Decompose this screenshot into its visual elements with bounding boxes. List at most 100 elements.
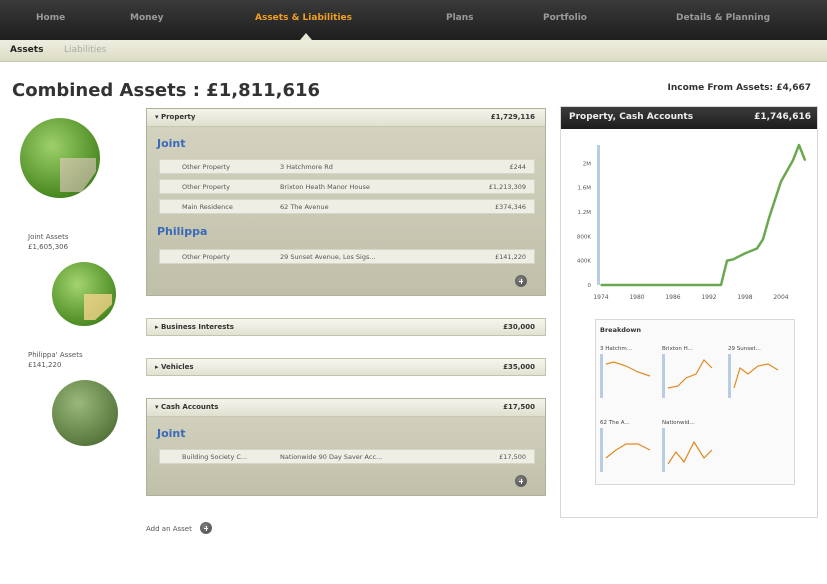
- add-property-button[interactable]: [515, 275, 527, 287]
- add-cash-button[interactable]: [515, 475, 527, 487]
- y-tick-label: 2M: [583, 161, 591, 167]
- x-tick-label: 2004: [773, 294, 788, 301]
- nav-home[interactable]: Home: [36, 13, 65, 23]
- property-header[interactable]: ▾ Property £1,729,116: [147, 109, 545, 127]
- top-navigation: Home Money Assets & Liabilities Plans Po…: [0, 0, 827, 40]
- page-title: Combined Assets : £1,811,616: [12, 80, 321, 101]
- breakdown-sparklines: [600, 354, 779, 472]
- data-point: [756, 247, 758, 250]
- table-row[interactable]: Other Property 3 Hatchmore Rd £244: [159, 159, 535, 174]
- subnav-liabilities[interactable]: Liabilities: [64, 45, 107, 55]
- data-point: [744, 252, 746, 255]
- data-point: [726, 259, 728, 262]
- row-name: 3 Hatchmore Rd: [280, 163, 333, 171]
- property-title: ▾ Property: [155, 113, 196, 121]
- business-interests-header[interactable]: ▸ Business Interests £30,000: [146, 318, 546, 336]
- row-type: Other Property: [182, 183, 231, 191]
- philippa-assets-value: £141,220: [28, 361, 62, 369]
- y-tick-label: 1.2M: [578, 210, 592, 216]
- row-type: Building Society C...: [182, 453, 248, 461]
- y-tick-label: 800K: [577, 234, 591, 240]
- data-point: [798, 144, 800, 146]
- y-tick-label: 0: [588, 283, 592, 289]
- philippa-assets-label: Philippa' Assets £141,220: [28, 350, 83, 370]
- vehicles-amount: £35,000: [503, 363, 535, 371]
- row-name: 29 Sunset Avenue, Los Sigs...: [280, 253, 376, 261]
- joint-assets-value: £1,605,306: [28, 243, 69, 251]
- cash-amount: £17,500: [503, 403, 535, 411]
- sparkline: [605, 361, 651, 377]
- joint-assets-title: Joint Assets: [28, 233, 69, 241]
- chart-panel: Property, Cash Accounts £1,746,616 0 400K…: [560, 106, 818, 518]
- sparkline: [733, 363, 779, 389]
- vehicles-header[interactable]: ▸ Vehicles £35,000: [146, 358, 546, 376]
- cash-accounts-header[interactable]: ▾ Cash Accounts £17,500: [147, 399, 545, 417]
- row-value: £374,346: [494, 203, 526, 211]
- data-point: [804, 159, 806, 162]
- data-point: [600, 284, 602, 286]
- joint-assets-label: Joint Assets £1,605,306: [28, 232, 68, 252]
- property-cash-line-chart: 0 400K 800K 1.2M 1.6M 2M 1974 1980 1986 1992 1998 2…: [577, 143, 807, 301]
- nav-details-planning[interactable]: Details & Planning: [676, 13, 770, 23]
- combined-assets-pie[interactable]: [20, 118, 100, 198]
- y-tick-label: 1.6M: [578, 186, 592, 192]
- add-asset-link[interactable]: Add an Asset: [146, 519, 213, 534]
- philippa-assets-pie[interactable]: [52, 380, 118, 446]
- property-amount: £1,729,116: [490, 113, 535, 121]
- nav-plans[interactable]: Plans: [446, 13, 474, 23]
- row-value: £17,500: [499, 453, 526, 461]
- sparkline: [667, 440, 713, 465]
- row-name: Brixton Heath Manor House: [280, 183, 370, 191]
- table-row[interactable]: Other Property Brixton Heath Manor House…: [159, 179, 535, 194]
- row-value: £244: [509, 163, 526, 171]
- sparkline-axis: [662, 354, 665, 398]
- add-asset-label: Add an Asset: [146, 525, 192, 533]
- breakdown-panel: Breakdown 3 Hatchm... Brixton H... 29 Su…: [595, 319, 795, 485]
- sparkline-axis: [600, 354, 603, 398]
- data-point: [672, 284, 674, 286]
- sparkline-axis: [600, 428, 603, 472]
- table-row[interactable]: Main Residence 62 The Avenue £374,346: [159, 199, 535, 214]
- y-tick-label: 400K: [577, 259, 591, 265]
- data-point: [780, 180, 782, 183]
- add-asset-button[interactable]: [200, 522, 213, 534]
- data-point: [624, 284, 626, 286]
- sparkline: [605, 443, 651, 459]
- row-name: 62 The Avenue: [280, 203, 329, 211]
- x-tick-label: 1974: [593, 294, 608, 301]
- x-tick-label: 1980: [629, 294, 644, 301]
- vehicles-title: ▸ Vehicles: [155, 363, 194, 371]
- x-tick-label: 1986: [665, 294, 680, 301]
- sparkline-axis: [662, 428, 665, 472]
- row-value: £141,220: [494, 253, 526, 261]
- income-from-assets: Income From Assets: £4,667: [667, 83, 812, 93]
- joint-assets-pie[interactable]: [52, 262, 116, 326]
- pie-slice: [60, 158, 96, 192]
- table-row[interactable]: Other Property 29 Sunset Avenue, Los Sig…: [159, 249, 535, 264]
- row-type: Other Property: [182, 163, 231, 171]
- series-line: [601, 143, 807, 287]
- business-title: ▸ Business Interests: [155, 323, 234, 331]
- pie-slice: [84, 294, 112, 320]
- row-name: Nationwide 90 Day Saver Acc...: [280, 453, 383, 461]
- cash-accounts-panel: ▾ Cash Accounts £17,500 Joint Building S…: [146, 398, 546, 496]
- data-point: [696, 284, 698, 286]
- table-row[interactable]: Building Society C... Nationwide 90 Day …: [159, 449, 535, 464]
- subnav-assets[interactable]: Assets: [10, 45, 43, 55]
- x-tick-label: 1998: [737, 294, 752, 301]
- data-point: [720, 284, 722, 286]
- nav-assets-liabilities[interactable]: Assets & Liabilities: [255, 13, 352, 23]
- sparkline: [667, 359, 713, 389]
- nav-portfolio[interactable]: Portfolio: [543, 13, 587, 23]
- y-axis-bar: [597, 145, 600, 285]
- row-type: Main Residence: [182, 203, 233, 211]
- property-philippa-title: Philippa: [157, 225, 208, 238]
- business-amount: £30,000: [503, 323, 535, 331]
- chart-amount: £1,746,616: [754, 112, 811, 122]
- row-type: Other Property: [182, 253, 231, 261]
- nav-money[interactable]: Money: [130, 13, 164, 23]
- sparkline-axis: [728, 354, 731, 398]
- cash-title: ▾ Cash Accounts: [155, 403, 219, 411]
- chart-header: Property, Cash Accounts £1,746,616: [561, 107, 817, 129]
- chart-title: Property, Cash Accounts: [569, 112, 694, 122]
